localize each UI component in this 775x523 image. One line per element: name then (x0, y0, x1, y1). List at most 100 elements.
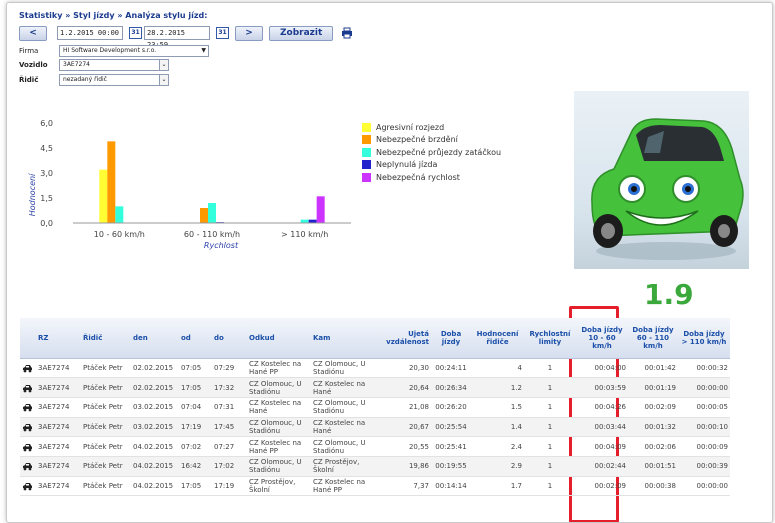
table-cell: 00:04:00 (576, 358, 628, 379)
column-header-duration-60-110[interactable]: Doba jízdy 60 - 110 km/h (628, 318, 678, 359)
dropdown-arrow-icon: ▼ (201, 46, 206, 54)
car-icon[interactable] (22, 481, 33, 491)
table-cell: 04.02.2015 (131, 456, 179, 477)
table-cell: 00:03:59 (576, 377, 628, 398)
table-cell: 00:02:44 (576, 456, 628, 477)
car-icon[interactable] (22, 442, 33, 452)
table-cell: 3AE7274 (36, 358, 81, 379)
legend-swatch (362, 172, 371, 182)
table-cell: 20,64 (369, 377, 431, 398)
table-cell: CZ Olomouc, U Stadiónu (311, 436, 369, 457)
table-row[interactable]: 3AE7274 Ptáček Petr 04.02.2015 16:42 17:02 CZ… (20, 456, 730, 477)
table-cell: 3AE7274 (36, 377, 81, 398)
row-icon-cell[interactable] (20, 456, 36, 477)
column-header-distance[interactable]: Ujetá vzdálenost (369, 318, 431, 359)
table-cell: 00:19:55 (431, 456, 471, 477)
row-icon-cell[interactable] (20, 377, 36, 398)
table-row[interactable]: 3AE7274 Ptáček Petr 02.02.2015 07:05 07:29 CZ… (20, 358, 730, 379)
car-icon[interactable] (22, 422, 33, 432)
table-cell: Ptáček Petr (81, 436, 131, 457)
table-cell: CZ Prostějov, Školní (311, 456, 369, 477)
company-label: Firma (19, 46, 39, 55)
car-icon[interactable] (22, 461, 33, 471)
table-cell: 00:00:39 (678, 456, 730, 477)
table-cell: 02.02.2015 (131, 377, 179, 398)
table-cell: 1 (524, 417, 576, 438)
column-header-duration-10-60[interactable]: Doba jízdy 10 - 60 km/h (576, 318, 628, 359)
table-cell: CZ Kostelec na Hané PP (311, 476, 369, 497)
column-header-from[interactable]: Odkud (247, 318, 311, 359)
table-cell: 1.5 (471, 397, 524, 418)
table-cell: 17:19 (212, 476, 247, 497)
row-icon-cell[interactable] (20, 476, 36, 497)
x-axis-label: Rychlost (204, 241, 239, 250)
row-icon-cell[interactable] (20, 417, 36, 438)
company-select[interactable]: HI Software Development s.r.o. ▼ (59, 44, 209, 57)
table-cell: 1.7 (471, 476, 524, 497)
table-cell: 00:04:09 (576, 436, 628, 457)
table-cell: 03.02.2015 (131, 397, 179, 418)
table-row[interactable]: 3AE7274 Ptáček Petr 04.02.2015 17:05 17:19 CZ… (20, 476, 730, 497)
driver-select[interactable]: nezadaný řidič ⌄ (59, 73, 169, 86)
table-cell: 00:04:26 (576, 397, 628, 418)
column-header-speed-limits[interactable]: Rychlostní limity (524, 318, 576, 359)
table-cell: 1 (524, 456, 576, 477)
column-header-duration[interactable]: Doba jízdy (431, 318, 471, 359)
x-tick-label: 10 - 60 km/h (94, 230, 145, 239)
printer-icon[interactable] (341, 27, 353, 39)
column-header-rating[interactable]: Hodnocení řidiče (471, 318, 524, 359)
table-row[interactable]: 3AE7274 Ptáček Petr 03.02.2015 17:19 17:45 CZ… (20, 417, 730, 438)
table-cell: 00:02:09 (576, 476, 628, 497)
driving-style-chart: Hodnocení Rychlost 6,0 4,5 3,0 1,5 0,0 10 - … (28, 119, 351, 250)
table-cell: 21,08 (369, 397, 431, 418)
column-header-to-time[interactable]: do (212, 318, 247, 359)
column-header-rz[interactable]: RZ (36, 318, 81, 359)
row-icon-cell[interactable] (20, 358, 36, 379)
calendar-icon[interactable]: 31 (129, 27, 142, 39)
table-cell: 00:26:34 (431, 377, 471, 398)
legend-label: Nebezpečné průjezdy zatáčkou (376, 147, 502, 157)
table-cell: 00:01:32 (628, 417, 678, 438)
table-row[interactable]: 3AE7274 Ptáček Petr 02.02.2015 17:05 17:32 CZ… (20, 377, 730, 398)
table-cell: 20,55 (369, 436, 431, 457)
legend-swatch (362, 135, 371, 145)
vehicle-select[interactable]: 3AE7274 ⌄ (59, 58, 169, 71)
row-icon-cell[interactable] (20, 436, 36, 457)
car-icon[interactable] (22, 383, 33, 393)
date-from-input[interactable]: 1.2.2015 00:00 (57, 26, 123, 40)
column-header-driver[interactable]: Řidič (81, 318, 131, 359)
car-icon[interactable] (22, 402, 33, 412)
table-cell: CZ Kostelec na Hané (311, 417, 369, 438)
table-cell: 02.02.2015 (131, 358, 179, 379)
driver-row: Řidič nezadaný řidič ⌄ (19, 73, 169, 86)
table-row[interactable]: 3AE7274 Ptáček Petr 03.02.2015 07:04 07:31 CZ… (20, 397, 730, 418)
column-header-from-time[interactable]: od (179, 318, 212, 359)
column-header-day[interactable]: den (131, 318, 179, 359)
table-row[interactable]: 3AE7274 Ptáček Petr 04.02.2015 07:02 07:27 CZ… (20, 436, 730, 457)
chart-bar (115, 206, 124, 223)
table-cell: 1.4 (471, 417, 524, 438)
prev-period-button[interactable]: < (19, 25, 47, 41)
driver-label: Řidič (19, 75, 39, 84)
company-row: Firma HI Software Development s.r.o. ▼ (19, 44, 209, 57)
calendar-icon[interactable]: 31 (216, 27, 229, 39)
next-period-button[interactable]: > (235, 25, 263, 41)
column-header-duration-over-110[interactable]: Doba jízdy > 110 km/h (678, 318, 730, 359)
table-cell: 3AE7274 (36, 417, 81, 438)
table-cell: CZ Olomouc, U Stadiónu (311, 397, 369, 418)
y-tick-label: 0,0 (40, 219, 53, 228)
car-icon[interactable] (22, 363, 33, 373)
table-cell: 17:05 (179, 377, 212, 398)
table-cell: 16:42 (179, 456, 212, 477)
table-cell: 3AE7274 (36, 476, 81, 497)
table-cell: 00:00:00 (678, 377, 730, 398)
table-cell: 1.2 (471, 377, 524, 398)
car-mascot-panel (574, 91, 749, 269)
show-button[interactable]: Zobrazit (269, 25, 334, 41)
row-icon-cell[interactable] (20, 397, 36, 418)
y-axis-label: Hodnocení (28, 172, 37, 216)
legend-label: Neplynulá jízda (376, 160, 438, 170)
date-to-input[interactable]: 28.2.2015 23:59 (144, 26, 210, 49)
y-tick-label: 4,5 (40, 144, 53, 153)
column-header-to[interactable]: Kam (311, 318, 369, 359)
